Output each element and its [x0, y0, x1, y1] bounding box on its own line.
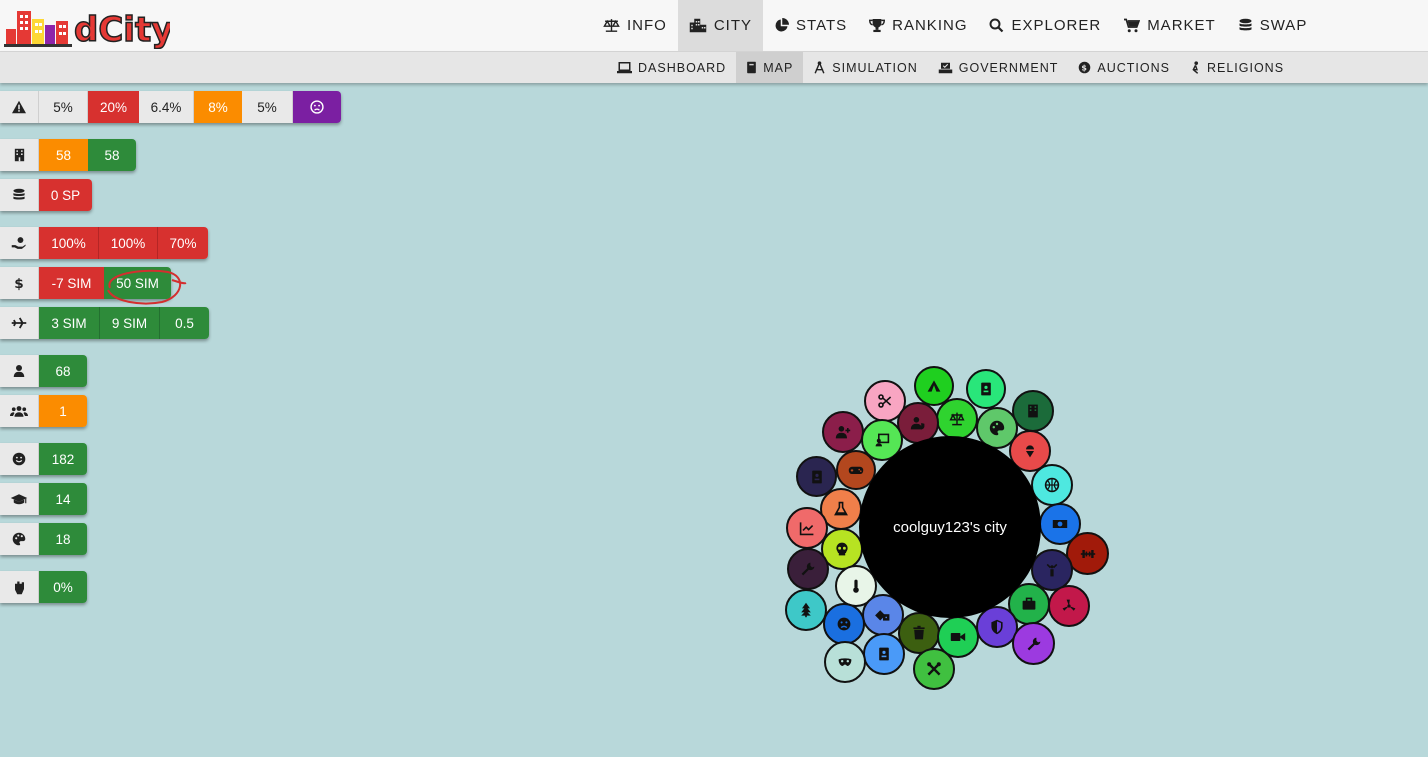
pie-chart-icon — [774, 18, 790, 33]
unemployed-value[interactable]: 1 — [39, 395, 87, 427]
culture-value[interactable]: 18 — [39, 523, 87, 555]
buildings-value[interactable]: 58 — [88, 139, 136, 171]
top-navigation-bar: dCity INFO CITY STATS RANKING EXPLORER M… — [0, 0, 1428, 52]
book-icon — [746, 61, 757, 74]
risk-row: 5% 20% 6.4% 8% 5% — [0, 91, 341, 123]
culture-row: 18 — [0, 523, 87, 555]
city-name: coolguy123's city — [893, 518, 1007, 536]
balance-icon — [603, 18, 620, 33]
sub-navigation-bar: DASHBOARD MAP SIMULATION GOVERNMENT $ AU… — [0, 52, 1428, 83]
svg-text:dCity: dCity — [74, 10, 170, 49]
city-subnav: DASHBOARD MAP SIMULATION GOVERNMENT $ AU… — [607, 52, 1294, 83]
population-row: 68 — [0, 355, 87, 387]
users-icon — [0, 395, 39, 427]
graduation-cap-icon — [0, 483, 39, 515]
park-tree-building-icon[interactable] — [785, 589, 827, 631]
nav-stats[interactable]: STATS — [763, 0, 858, 51]
palette-icon — [0, 523, 39, 555]
compass-icon — [813, 61, 826, 74]
svg-text:$: $ — [1082, 63, 1088, 72]
donations-value[interactable]: 100% — [39, 227, 99, 259]
population-value[interactable]: 68 — [39, 355, 87, 387]
sad-face-building-icon[interactable] — [823, 603, 865, 645]
trophy-icon — [869, 18, 886, 33]
coins-icon — [1238, 18, 1253, 33]
crime-row: 0% — [0, 571, 87, 603]
income-expense-value[interactable]: -7 SIM — [39, 267, 104, 299]
cart-icon — [1123, 18, 1141, 33]
subnav-government[interactable]: GOVERNMENT — [928, 52, 1069, 83]
hand-drawn-circle-annotation — [107, 269, 187, 305]
happiness-value[interactable]: 182 — [39, 443, 87, 475]
laptop-icon — [617, 61, 632, 74]
dcity-logo[interactable]: dCity — [4, 5, 170, 49]
city-center[interactable]: coolguy123's city — [859, 436, 1041, 618]
id-card-building-icon[interactable] — [863, 633, 905, 675]
risk-value[interactable]: 20% — [88, 91, 139, 123]
nav-city[interactable]: CITY — [677, 0, 764, 51]
smile-icon — [0, 443, 39, 475]
svg-text:$: $ — [14, 276, 23, 291]
subnav-simulation[interactable]: SIMULATION — [803, 52, 927, 83]
buildings-row: 58 58 — [0, 139, 136, 171]
coins-row: 0 SP — [0, 179, 92, 211]
main-nav: INFO CITY STATS RANKING EXPLORER MARKET … — [592, 0, 1318, 51]
tourism-row: 3 SIM 9 SIM 0.5 — [0, 307, 209, 339]
courthouse-building-icon[interactable] — [936, 398, 978, 440]
education-value[interactable]: 14 — [39, 483, 87, 515]
basketball-building-icon[interactable] — [1031, 464, 1073, 506]
risk-value[interactable]: 8% — [194, 91, 242, 123]
pray-icon — [1190, 61, 1201, 74]
city-icon — [689, 18, 707, 33]
education-row: 14 — [0, 483, 87, 515]
tourism-value[interactable]: 3 SIM — [39, 307, 100, 339]
tools-building-icon[interactable] — [913, 648, 955, 690]
search-icon — [989, 18, 1004, 33]
fist-icon — [0, 571, 39, 603]
nav-market[interactable]: MARKET — [1112, 0, 1227, 51]
repair-building-icon[interactable] — [1012, 622, 1055, 665]
subnav-dashboard[interactable]: DASHBOARD — [607, 52, 736, 83]
contact-card-building-icon[interactable] — [966, 369, 1006, 409]
dollar-icon: $ — [0, 267, 39, 299]
wind-turbine-building-icon[interactable] — [1048, 585, 1090, 627]
warning-icon — [0, 91, 39, 123]
nav-explorer[interactable]: EXPLORER — [978, 0, 1112, 51]
frown-icon[interactable] — [293, 91, 341, 123]
donations-row: 100% 100% 70% — [0, 227, 208, 259]
coins-icon — [0, 179, 39, 211]
plane-icon — [0, 307, 39, 339]
vote-icon — [938, 62, 953, 74]
risk-value[interactable]: 5% — [242, 91, 293, 123]
risk-value[interactable]: 6.4% — [139, 91, 194, 123]
risk-value[interactable]: 5% — [39, 91, 88, 123]
unemployed-row: 1 — [0, 395, 87, 427]
happiness-row: 182 — [0, 443, 87, 475]
theater-mask-building-icon[interactable] — [824, 641, 866, 683]
dollar-circle-icon: $ — [1078, 61, 1091, 74]
donations-value[interactable]: 100% — [99, 227, 158, 259]
nav-info[interactable]: INFO — [592, 0, 678, 51]
user-icon — [0, 355, 39, 387]
donations-value[interactable]: 70% — [158, 227, 208, 259]
buildings-value[interactable]: 58 — [39, 139, 88, 171]
coins-value[interactable]: 0 SP — [39, 179, 92, 211]
nav-ranking[interactable]: RANKING — [858, 0, 978, 51]
subnav-religions[interactable]: RELIGIONS — [1180, 52, 1294, 83]
subnav-auctions[interactable]: $ AUCTIONS — [1068, 52, 1180, 83]
building-icon — [0, 139, 39, 171]
wrench-building-icon[interactable] — [787, 548, 829, 590]
tourism-value[interactable]: 0.5 — [160, 307, 209, 339]
nav-swap[interactable]: SWAP — [1227, 0, 1319, 51]
crime-value[interactable]: 0% — [39, 571, 87, 603]
office-building-icon[interactable] — [1012, 390, 1054, 432]
subnav-map[interactable]: MAP — [736, 52, 804, 83]
hand-coin-icon — [0, 227, 39, 259]
tourism-value[interactable]: 9 SIM — [100, 307, 160, 339]
recruitment-building-icon[interactable] — [822, 411, 864, 453]
